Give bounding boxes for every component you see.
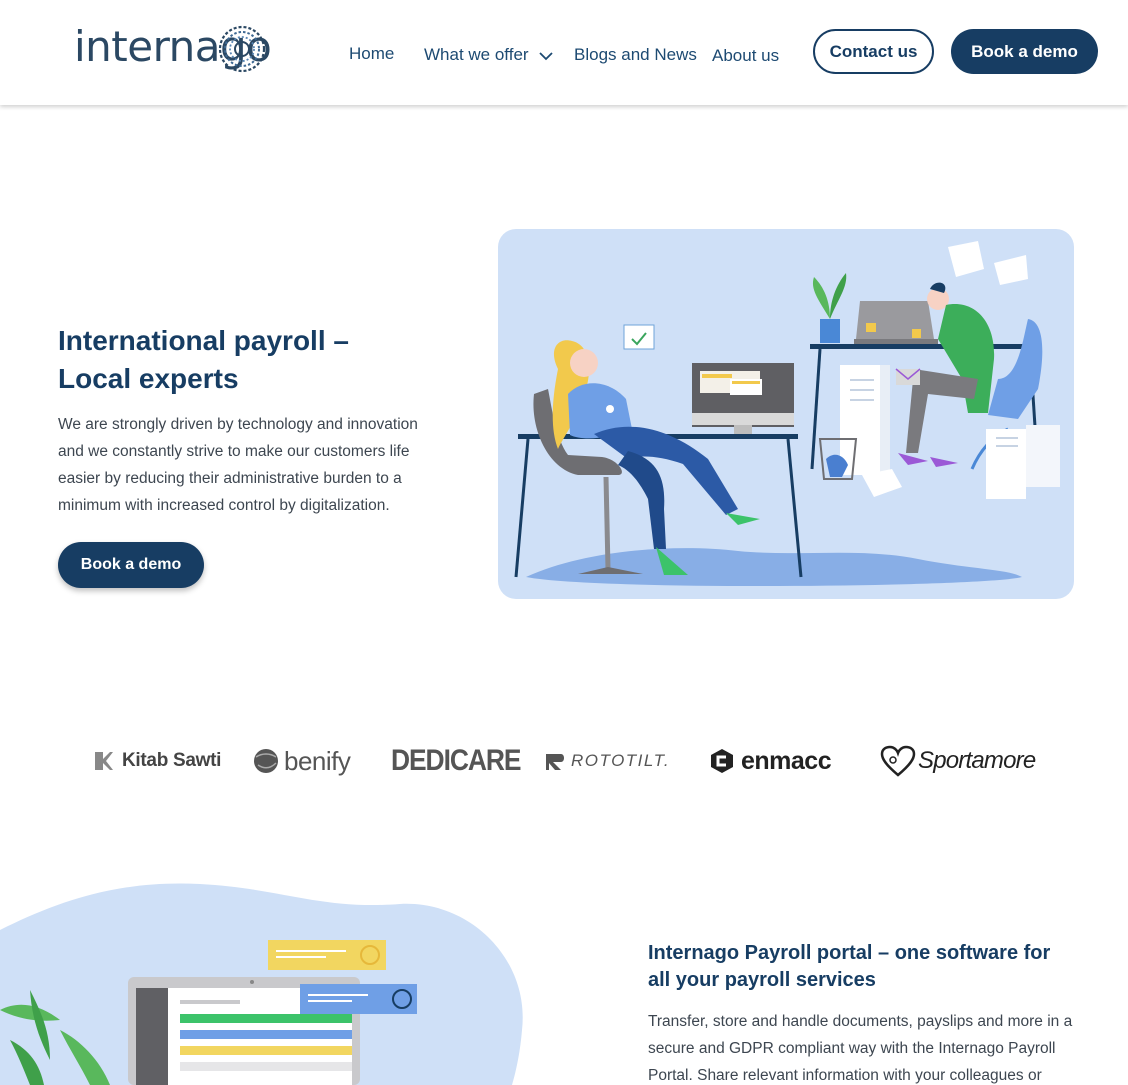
nav-blogs-and-news[interactable]: Blogs and News (574, 45, 697, 65)
client-name: Sportamore (918, 747, 1036, 774)
office-illustration (498, 229, 1074, 599)
benify-globe-icon (254, 749, 278, 773)
kitab-sawti-icon (95, 752, 113, 770)
nav-what-we-offer-label: What we offer (424, 45, 529, 64)
hero-book-demo-button[interactable]: Book a demo (58, 542, 204, 588)
nav-home[interactable]: Home (349, 44, 394, 64)
site-header: internago Home What we offer Blogs and N… (0, 0, 1128, 105)
enmacc-icon (711, 749, 733, 773)
contact-us-button[interactable]: Contact us (813, 29, 934, 74)
header-book-demo-button[interactable]: Book a demo (951, 29, 1098, 74)
client-logo-dedicare: DEDICARE (391, 736, 538, 786)
client-name: DEDICARE (391, 744, 521, 777)
heart-icon (880, 745, 916, 777)
client-name: benify (284, 745, 351, 776)
client-name: ROTOTILT. (571, 751, 671, 770)
chevron-down-icon (539, 51, 553, 60)
rototilt-icon (546, 754, 564, 770)
portal-description: Transfer, store and handle documents, pa… (648, 1013, 1073, 1084)
portal-laptop-image (0, 883, 523, 1085)
client-logo-benify: benify (252, 736, 351, 786)
client-logo-enmacc: enmacc (709, 736, 832, 786)
internago-logo[interactable]: internago (74, 22, 272, 73)
office-scene-image (514, 241, 1060, 587)
portal-title: Internago Payroll portal – one software … (648, 942, 1051, 991)
hero-title: International payroll – Local experts (58, 325, 349, 394)
client-name: Kitab Sawti (122, 750, 222, 771)
client-logo-rototilt: ROTOTILT. (543, 736, 670, 786)
client-logo-sportamore: Sportamore (880, 736, 1036, 786)
hero-description: We are strongly driven by technology and… (58, 416, 418, 514)
portal-illustration (0, 880, 530, 1085)
nav-about-us[interactable]: About us (712, 46, 779, 66)
client-logos-row: Kitab Sawti benify DEDICARE ROTOTILT. en… (0, 736, 1128, 786)
logo-swirl-icon (218, 25, 266, 73)
nav-what-we-offer[interactable]: What we offer (424, 45, 553, 65)
client-name: enmacc (741, 746, 832, 775)
client-logo-kitab-sawti: Kitab Sawti (93, 736, 221, 786)
